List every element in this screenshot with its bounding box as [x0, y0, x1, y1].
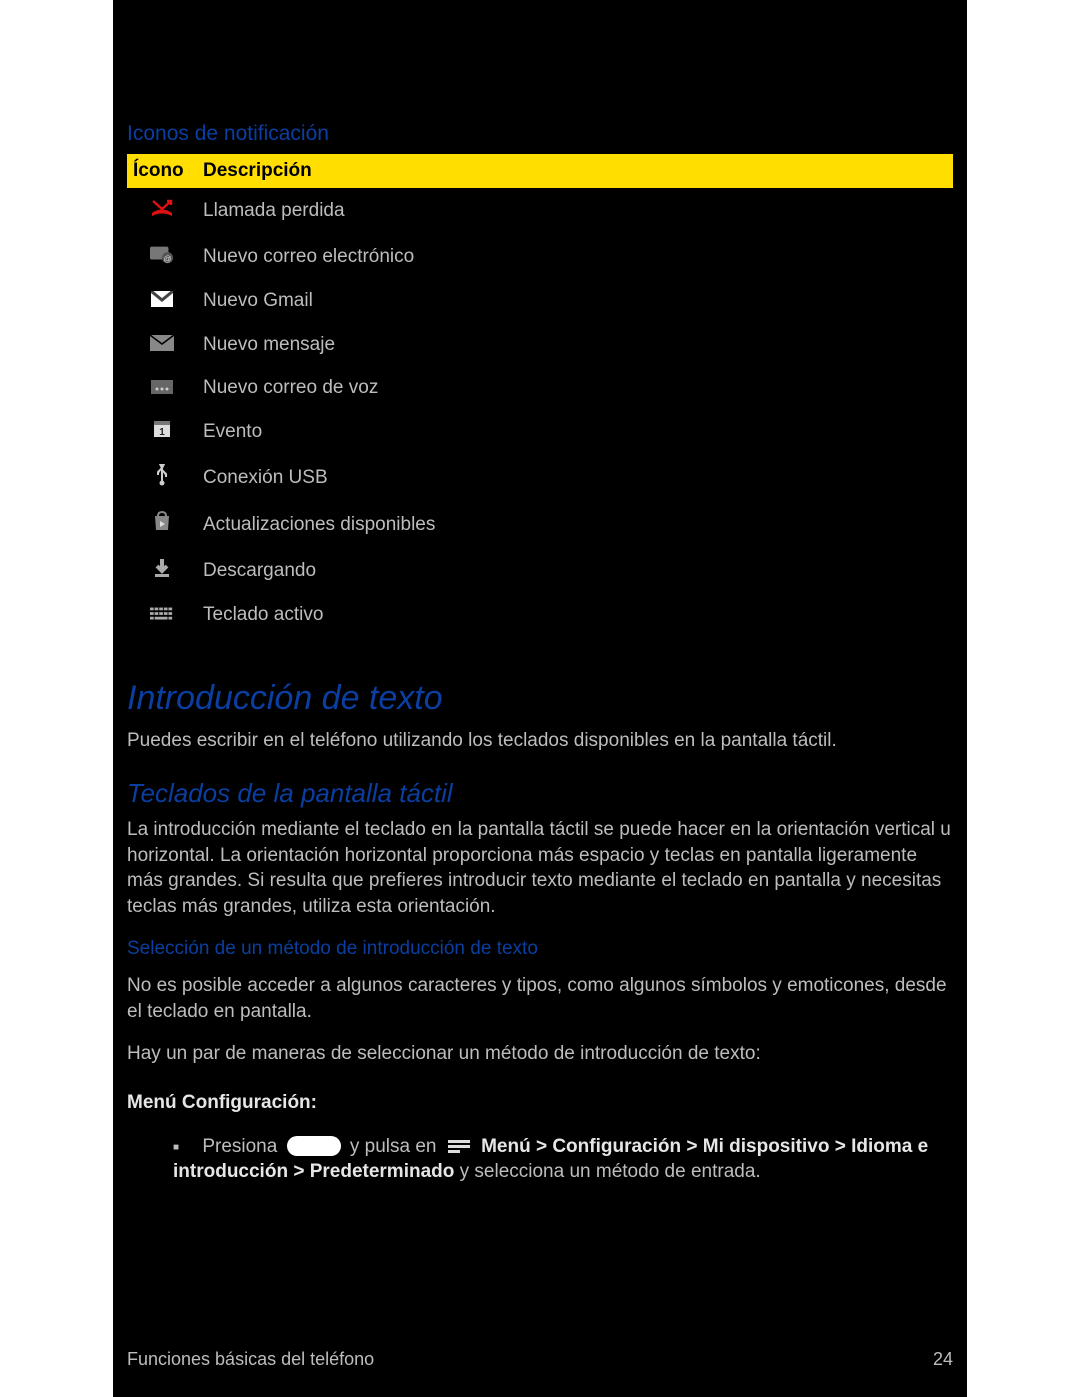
table-row: @ Nuevo correo electrónico: [127, 234, 953, 280]
page-number: 24: [933, 1347, 953, 1371]
message-envelope-icon: [150, 331, 174, 355]
table-row: Descargando: [127, 548, 953, 594]
table-row: 1 Evento: [127, 409, 953, 455]
table-cell-description: Conexión USB: [197, 455, 953, 502]
table-cell-description: Nuevo correo de voz: [197, 367, 953, 410]
touch-keyboards-heading: Teclados de la pantalla táctil: [127, 776, 953, 811]
updates-shopping-bag-icon: [150, 509, 174, 533]
email-at-icon: @: [150, 242, 174, 266]
footer-section-title: Funciones básicas del teléfono: [127, 1347, 374, 1371]
not-possible-paragraph: No es posible acceder a algunos caracter…: [127, 973, 953, 1024]
notification-icons-table: Ícono Descripción Llamada perdida @ Nuev…: [127, 154, 953, 636]
table-cell-description: Nuevo correo electrónico: [197, 234, 953, 280]
select-input-method-heading: Selección de un método de introducción d…: [127, 936, 953, 962]
press-text: Presiona: [202, 1136, 277, 1157]
gmail-icon: [150, 287, 174, 311]
notification-icons-heading: Iconos de notificación: [127, 120, 953, 148]
bullet-tail-text: y selecciona un método de entrada.: [454, 1161, 760, 1182]
home-button-icon: [287, 1136, 341, 1156]
table-cell-description: Nuevo Gmail: [197, 279, 953, 323]
couple-ways-paragraph: Hay un par de maneras de seleccionar un …: [127, 1041, 953, 1067]
table-row: Teclado activo: [127, 594, 953, 637]
table-header-description: Descripción: [197, 154, 953, 188]
table-row: Llamada perdida: [127, 188, 953, 234]
calendar-event-icon: 1: [150, 417, 174, 441]
download-icon: [150, 556, 174, 580]
keyboard-icon: [150, 602, 174, 626]
table-row: Actualizaciones disponibles: [127, 501, 953, 548]
table-row: Conexión USB: [127, 455, 953, 502]
table-row: Nuevo mensaje: [127, 323, 953, 367]
table-cell-description: Teclado activo: [197, 594, 953, 637]
list-item: Presiona y pulsa en Menú > Configuración…: [173, 1134, 953, 1185]
missed-call-icon: [150, 196, 174, 220]
table-header-icon: Ícono: [127, 154, 197, 188]
table-cell-description: Evento: [197, 409, 953, 455]
table-row: Nuevo Gmail: [127, 279, 953, 323]
svg-text:@: @: [163, 253, 171, 263]
table-cell-description: Nuevo mensaje: [197, 323, 953, 367]
text-entry-heading: Introducción de texto: [127, 676, 953, 722]
touch-keyboards-paragraph: La introducción mediante el teclado en l…: [127, 817, 953, 920]
usb-icon: [150, 463, 174, 487]
menu-config-label: Menú Configuración:: [127, 1090, 953, 1116]
text-entry-paragraph: Puedes escribir en el teléfono utilizand…: [127, 728, 953, 754]
and-tap-text: y pulsa en: [350, 1136, 437, 1157]
menu-hamburger-icon: [448, 1140, 470, 1154]
voicemail-icon: [150, 375, 174, 399]
table-row: Nuevo correo de voz: [127, 367, 953, 410]
table-cell-description: Descargando: [197, 548, 953, 594]
svg-text:1: 1: [159, 427, 165, 438]
table-cell-description: Llamada perdida: [197, 188, 953, 234]
table-cell-description: Actualizaciones disponibles: [197, 501, 953, 548]
